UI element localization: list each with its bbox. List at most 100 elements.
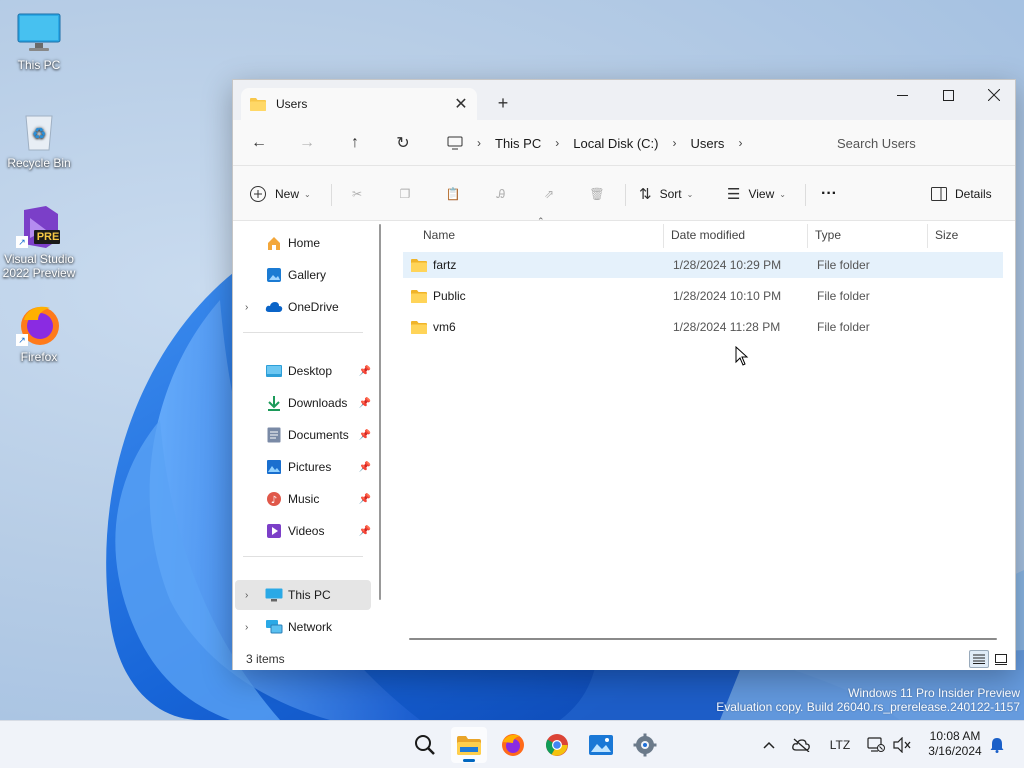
column-divider[interactable] — [807, 224, 808, 248]
pin-icon: 📌 — [358, 429, 371, 441]
search-input[interactable]: Search Users — [817, 127, 1009, 159]
nav-item-home[interactable]: Home — [233, 228, 373, 258]
desktop-icon-visual-studio[interactable]: PRE ↗ Visual Studio 2022 Preview — [1, 204, 77, 280]
nav-item-network[interactable]: › Network — [233, 612, 373, 642]
sort-button[interactable]: ⇅ Sort ⌄ — [639, 178, 693, 210]
nav-item-downloads[interactable]: Downloads 📌 — [233, 388, 373, 418]
clock-time: 10:08 AM — [929, 729, 981, 743]
back-icon[interactable]: ← — [243, 128, 275, 158]
share-button[interactable]: ⇗ — [533, 178, 565, 210]
volume-muted-icon[interactable] — [890, 731, 914, 759]
sort-icon: ⇅ — [639, 186, 652, 203]
rename-button[interactable]: Ꭿ — [485, 178, 517, 210]
table-row[interactable]: vm6 1/28/2024 11:28 PM File folder — [403, 314, 1003, 340]
column-divider[interactable] — [927, 224, 928, 248]
monitor-icon — [265, 586, 283, 604]
search-icon[interactable] — [407, 727, 443, 763]
more-icon: ··· — [821, 185, 837, 202]
nav-divider — [243, 332, 363, 333]
details-pane-icon — [931, 187, 947, 201]
watermark-line-2: Evaluation copy. Build 26040.rs_prerelea… — [716, 700, 1020, 714]
chevron-down-icon: ⌄ — [686, 189, 694, 199]
chevron-right-icon[interactable]: › — [664, 136, 684, 150]
trash-icon: 🗑 — [589, 187, 605, 201]
breadcrumb-this-pc[interactable]: This PC — [489, 136, 547, 151]
details-label: Details — [955, 187, 992, 201]
details-pane-button[interactable]: Details — [931, 178, 992, 210]
nav-item-this-pc[interactable]: › This PC — [235, 580, 371, 610]
input-language-indicator[interactable]: LTZ — [826, 731, 854, 759]
forward-icon[interactable]: → — [291, 128, 323, 158]
notification-bell-icon[interactable] — [986, 731, 1008, 759]
new-tab-icon[interactable]: + — [489, 90, 517, 116]
chevron-right-icon[interactable]: › — [245, 622, 248, 633]
firefox-icon[interactable] — [495, 727, 531, 763]
close-tab-icon[interactable]: ✕ — [447, 90, 475, 118]
rename-icon: Ꭿ — [496, 186, 506, 201]
close-window-icon[interactable] — [971, 80, 1017, 110]
paste-button[interactable]: 📋 — [437, 178, 469, 210]
tiles-view-icon[interactable] — [991, 650, 1011, 668]
desktop-icon-recycle-bin[interactable]: ♻ Recycle Bin — [1, 108, 77, 170]
chevron-up-icon[interactable] — [758, 731, 780, 759]
network-disconnected-icon[interactable] — [864, 731, 888, 759]
breadcrumb-local-disk[interactable]: Local Disk (C:) — [567, 136, 664, 151]
video-icon — [265, 522, 283, 540]
pin-icon: 📌 — [358, 461, 371, 473]
horizontal-scrollbar[interactable] — [409, 638, 997, 640]
copy-button[interactable]: ❐ — [389, 178, 421, 210]
folder-icon — [411, 252, 427, 278]
up-icon[interactable]: ↑ — [339, 128, 371, 158]
delete-button[interactable]: 🗑 — [581, 178, 613, 210]
command-bar: New ⌄ ✂ ❐ 📋 Ꭿ ⇗ 🗑 ⇅ Sort ⌄ ☰ View ⌄ ··· … — [233, 166, 1015, 221]
nav-item-desktop[interactable]: Desktop 📌 — [233, 356, 373, 386]
folder-icon — [411, 283, 427, 309]
breadcrumb-users[interactable]: Users — [684, 136, 730, 151]
nav-item-documents[interactable]: Documents 📌 — [233, 420, 373, 450]
desktop-icon-this-pc[interactable]: This PC — [1, 10, 77, 72]
cloud-icon — [265, 298, 283, 316]
refresh-icon[interactable]: ↻ — [387, 128, 419, 158]
table-row[interactable]: Public 1/28/2024 10:10 PM File folder — [403, 283, 1003, 309]
chevron-right-icon[interactable]: › — [245, 302, 248, 313]
column-header-name[interactable]: Name — [417, 222, 663, 248]
column-header-type[interactable]: Type — [809, 222, 927, 248]
photos-icon[interactable] — [583, 727, 619, 763]
tab-users[interactable]: Users ✕ — [241, 88, 477, 120]
view-button[interactable]: ☰ View ⌄ — [727, 178, 786, 210]
breadcrumb: › This PC › Local Disk (C:) › Users › — [439, 128, 819, 158]
nav-item-gallery[interactable]: Gallery — [233, 260, 373, 290]
nav-item-pictures[interactable]: Pictures 📌 — [233, 452, 373, 482]
nav-item-music[interactable]: ♪ Music 📌 — [233, 484, 373, 514]
view-icon: ☰ — [727, 186, 741, 203]
column-header-size[interactable]: Size — [929, 222, 1007, 248]
tab-title: Users — [276, 97, 308, 111]
chevron-right-icon[interactable]: › — [469, 136, 489, 150]
nav-item-videos[interactable]: Videos 📌 — [233, 516, 373, 546]
nav-scrollbar[interactable] — [379, 224, 381, 600]
file-date: 1/28/2024 11:28 PM — [673, 320, 781, 334]
chrome-icon[interactable] — [539, 727, 575, 763]
chevron-right-icon[interactable]: › — [547, 136, 567, 150]
nav-item-onedrive[interactable]: › OneDrive — [233, 292, 373, 322]
watermark-line-1: Windows 11 Pro Insider Preview — [848, 686, 1020, 700]
system-clock[interactable]: 10:08 AM 3/16/2024 — [920, 729, 990, 759]
table-row[interactable]: fartz 1/28/2024 10:29 PM File folder — [403, 252, 1003, 278]
file-type: File folder — [817, 258, 870, 272]
minimize-icon[interactable] — [879, 80, 925, 110]
column-header-date[interactable]: Date modified — [665, 222, 807, 248]
shortcut-arrow-icon: ↗ — [16, 236, 28, 248]
new-button[interactable]: New ⌄ — [249, 178, 311, 210]
details-view-icon[interactable] — [969, 650, 989, 668]
nav-label: Documents — [288, 428, 349, 442]
file-explorer-icon[interactable] — [451, 727, 487, 763]
chevron-right-icon[interactable]: › — [730, 136, 750, 150]
desktop-icon-firefox[interactable]: ↗ Firefox — [1, 302, 77, 364]
maximize-icon[interactable] — [925, 80, 971, 110]
chevron-right-icon[interactable]: › — [245, 590, 248, 601]
cut-button[interactable]: ✂ — [341, 178, 373, 210]
settings-icon[interactable] — [627, 727, 663, 763]
see-more-button[interactable]: ··· — [821, 178, 837, 210]
cloud-offline-icon[interactable] — [788, 731, 814, 759]
column-divider[interactable] — [663, 224, 664, 248]
